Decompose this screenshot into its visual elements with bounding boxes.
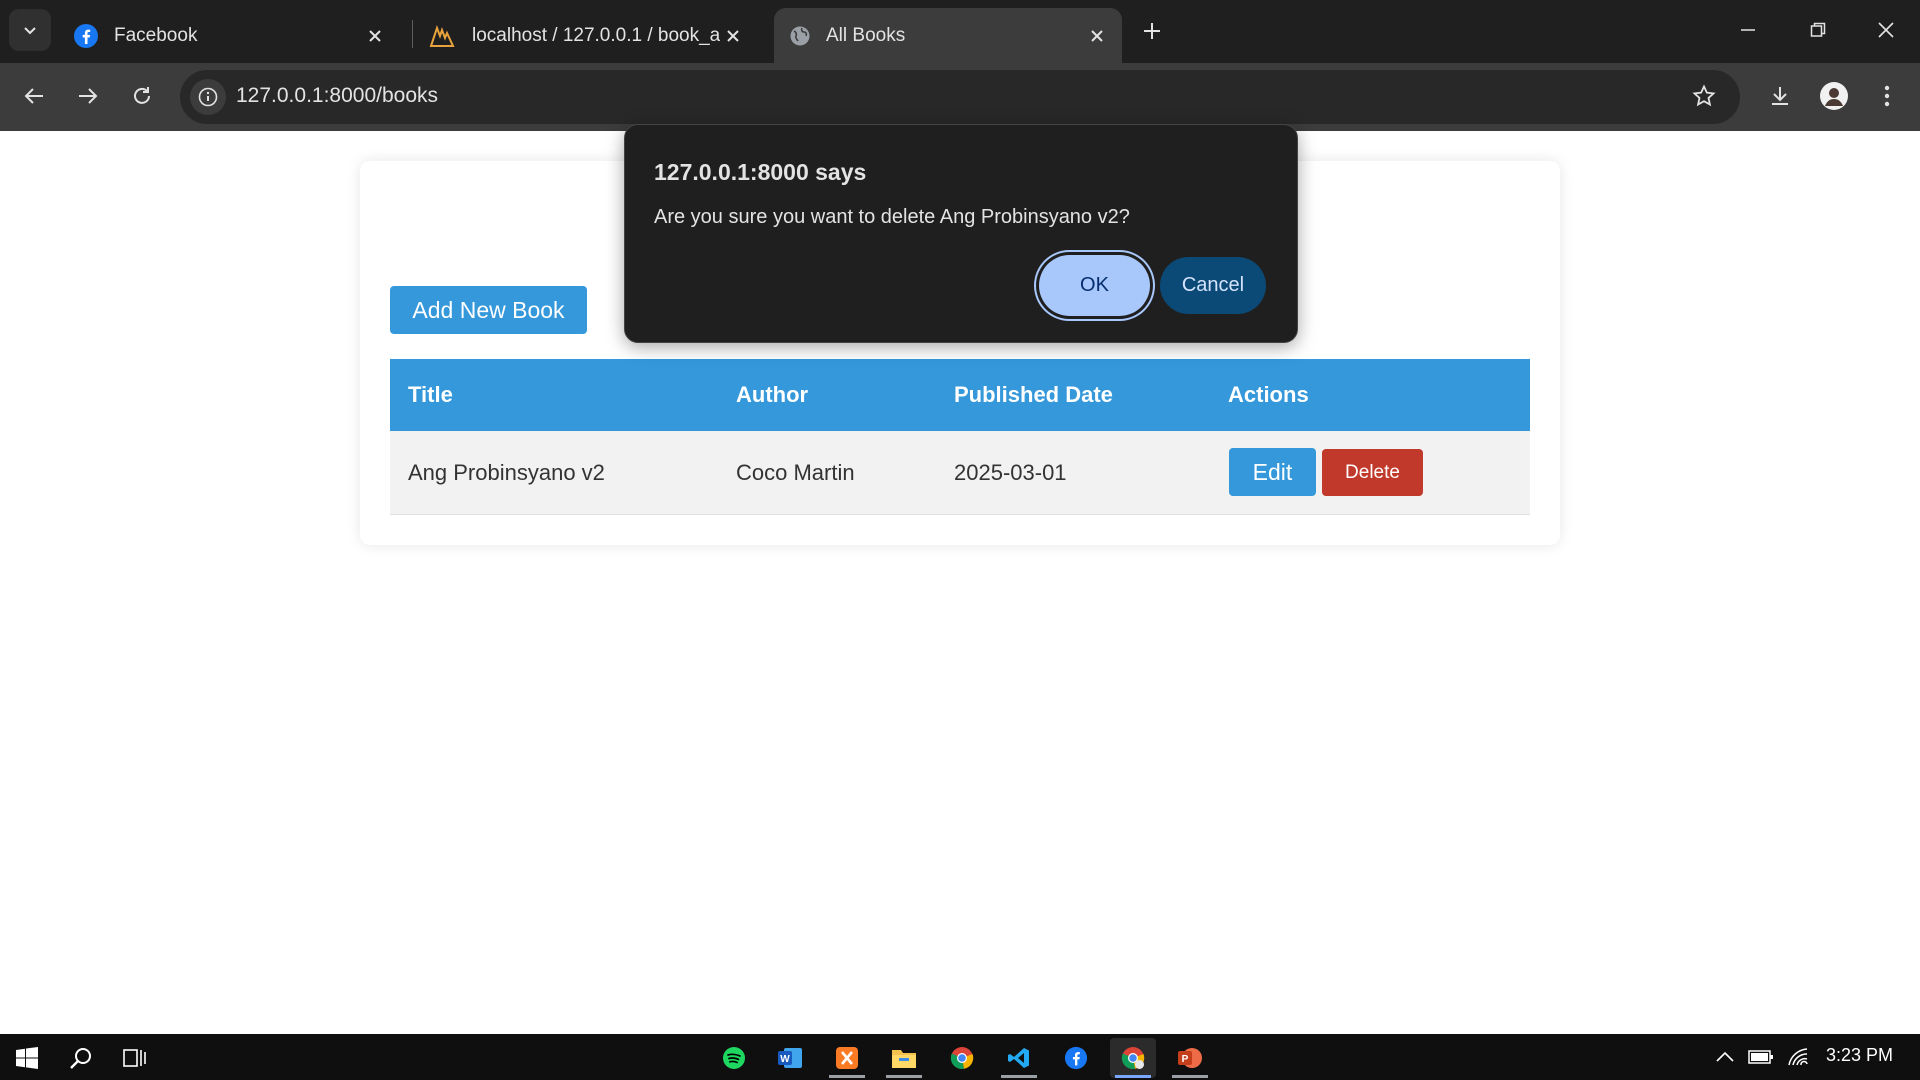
info-icon xyxy=(198,87,218,107)
cell-published-date: 2025-03-01 xyxy=(954,460,1067,485)
close-icon xyxy=(1878,22,1894,38)
column-header-title: Title xyxy=(408,382,453,407)
tab-search-button[interactable] xyxy=(9,9,51,51)
add-new-book-button[interactable]: Add New Book xyxy=(390,286,587,334)
tab-all-books[interactable]: All Books xyxy=(774,8,1122,63)
tab-facebook[interactable]: Facebook xyxy=(64,8,398,63)
xampp-icon xyxy=(836,1047,858,1069)
forward-button[interactable] xyxy=(70,78,106,114)
tab-title: Facebook xyxy=(114,24,198,46)
taskbar-app-chrome-profile[interactable] xyxy=(1110,1038,1156,1078)
word-icon: W xyxy=(778,1048,802,1068)
show-hidden-icons-button[interactable] xyxy=(1712,1044,1738,1070)
table-header: Title Author Published Date Actions xyxy=(390,359,1530,431)
column-header-actions: Actions xyxy=(1228,382,1309,407)
tab-separator xyxy=(412,20,413,48)
minimize-icon xyxy=(1741,29,1755,31)
cancel-button[interactable]: Cancel xyxy=(1160,257,1266,314)
facebook-icon xyxy=(72,22,100,50)
reload-icon xyxy=(134,87,150,104)
running-indicator xyxy=(886,1075,922,1078)
taskbar-app-spotify[interactable] xyxy=(711,1038,757,1078)
active-indicator xyxy=(1115,1075,1151,1078)
new-tab-button[interactable] xyxy=(1138,17,1166,45)
chevron-up-icon xyxy=(1716,1051,1734,1062)
close-tab-icon[interactable] xyxy=(720,23,746,49)
taskbar-app-xampp[interactable] xyxy=(824,1038,870,1078)
delete-button[interactable]: Delete xyxy=(1322,449,1423,496)
close-tab-icon[interactable] xyxy=(1084,23,1110,49)
task-view-button[interactable] xyxy=(112,1038,158,1078)
site-info-button[interactable] xyxy=(190,79,226,115)
powerpoint-icon: P xyxy=(1178,1048,1202,1068)
tab-title: All Books xyxy=(826,24,906,46)
running-indicator xyxy=(1172,1075,1208,1078)
plus-icon xyxy=(1144,23,1160,39)
arrow-right-icon xyxy=(79,88,98,104)
close-tab-icon[interactable] xyxy=(362,23,388,49)
restore-button[interactable] xyxy=(1796,15,1840,45)
battery-button[interactable] xyxy=(1746,1044,1776,1070)
task-view-icon xyxy=(123,1049,146,1067)
dialog-message: Are you sure you want to delete Ang Prob… xyxy=(654,206,1130,228)
taskbar-search-button[interactable] xyxy=(58,1038,104,1078)
taskbar-app-chrome[interactable] xyxy=(939,1038,985,1078)
running-indicator xyxy=(1001,1075,1037,1078)
cell-author: Coco Martin xyxy=(736,460,855,485)
downloads-button[interactable] xyxy=(1762,78,1798,114)
column-header-author: Author xyxy=(736,382,809,407)
taskbar-app-powerpoint[interactable]: P xyxy=(1167,1038,1213,1078)
svg-text:P: P xyxy=(1182,1054,1189,1065)
download-icon xyxy=(1772,87,1788,105)
arrow-left-icon xyxy=(24,88,43,104)
avatar xyxy=(1820,82,1848,110)
taskbar-app-facebook[interactable] xyxy=(1053,1038,1099,1078)
vscode-icon xyxy=(1008,1048,1029,1068)
wifi-icon xyxy=(1788,1048,1808,1066)
column-header-published-date: Published Date xyxy=(954,382,1113,407)
chrome-profile-icon xyxy=(1121,1047,1145,1070)
dialog-title: 127.0.0.1:8000 says xyxy=(654,159,867,185)
reload-button[interactable] xyxy=(124,78,160,114)
globe-icon xyxy=(786,22,814,50)
battery-icon xyxy=(1748,1050,1773,1064)
edit-button[interactable]: Edit xyxy=(1229,448,1316,496)
network-button[interactable] xyxy=(1784,1044,1814,1070)
tab-phpmyadmin[interactable]: localhost / 127.0.0.1 / book_acti xyxy=(420,8,756,63)
more-vertical-icon xyxy=(1884,85,1890,107)
taskbar-app-vscode[interactable] xyxy=(996,1038,1042,1078)
restore-icon xyxy=(1810,22,1826,37)
url-text[interactable]: 127.0.0.1:8000/books xyxy=(236,81,438,111)
ok-button[interactable]: OK xyxy=(1039,255,1150,316)
start-button[interactable] xyxy=(4,1038,50,1078)
bookmark-button[interactable] xyxy=(1686,78,1722,114)
chevron-down-icon xyxy=(24,27,36,35)
facebook-icon xyxy=(1064,1046,1088,1070)
spotify-icon xyxy=(723,1047,745,1069)
minimize-button[interactable] xyxy=(1726,15,1770,45)
windows-icon xyxy=(16,1047,38,1069)
close-window-button[interactable] xyxy=(1864,15,1908,45)
running-indicator xyxy=(829,1075,865,1078)
file-explorer-icon xyxy=(892,1050,916,1068)
taskbar-app-file-explorer[interactable] xyxy=(881,1038,927,1078)
back-button[interactable] xyxy=(16,78,52,114)
profile-button[interactable] xyxy=(1816,78,1852,114)
phpmyadmin-icon xyxy=(428,22,456,50)
menu-button[interactable] xyxy=(1870,78,1904,114)
taskbar-app-word[interactable]: W xyxy=(767,1038,813,1078)
search-icon xyxy=(70,1048,91,1069)
chrome-icon xyxy=(950,1047,974,1070)
svg-text:W: W xyxy=(780,1054,790,1065)
taskbar-clock[interactable]: 3:23 PM xyxy=(1826,1045,1893,1066)
tab-title: localhost / 127.0.0.1 / book_acti xyxy=(472,24,720,46)
cell-title: Ang Probinsyano v2 xyxy=(408,460,605,485)
star-icon xyxy=(1692,84,1716,107)
